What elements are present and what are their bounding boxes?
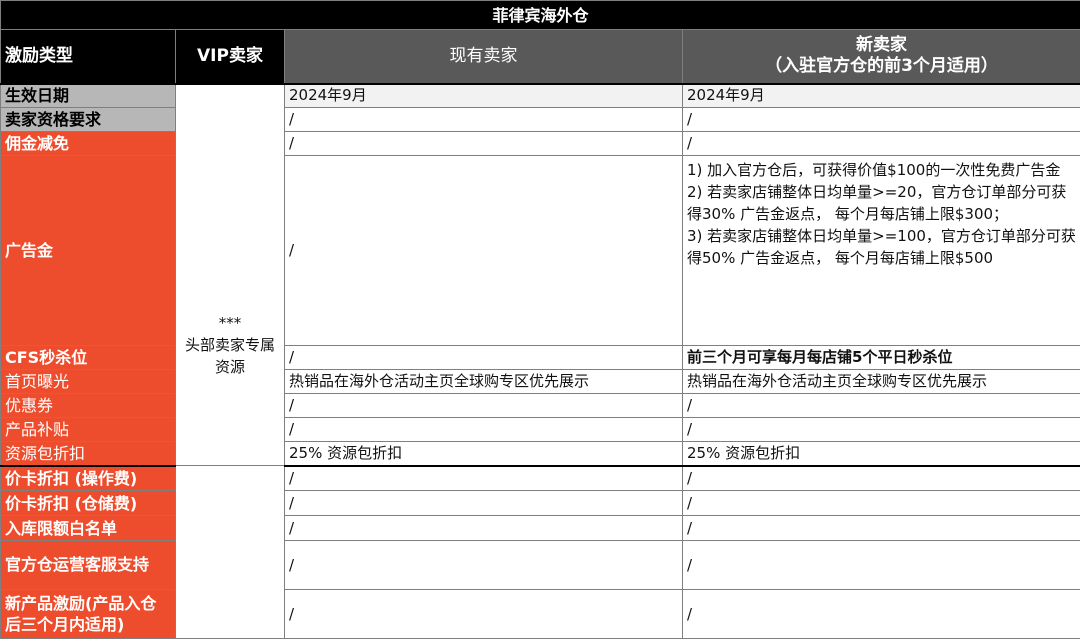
new-value: /	[681, 490, 1080, 516]
table-row: 佣金减免 / /	[0, 131, 1080, 156]
vip-cell-empty	[175, 465, 285, 639]
table-row: 入库限额白名单 / /	[0, 515, 1080, 541]
existing-value: /	[284, 515, 683, 541]
new-value: /	[681, 393, 1080, 418]
existing-value: /	[284, 155, 683, 346]
incentive-table: 菲律宾海外仓 激励类型 VIP卖家 现有卖家 新卖家 （入驻官方仓的前3个月适用…	[0, 0, 1080, 639]
table-title: 菲律宾海外仓	[0, 0, 1080, 30]
row-label: 资源包折扣	[0, 441, 176, 467]
vip-text: 头部卖家专属资源	[184, 335, 275, 376]
row-label: 首页曝光	[0, 369, 176, 394]
existing-value: /	[284, 490, 683, 516]
new-value-ad-credit: 1) 加入官方仓后，可获得价值$100的一次性免费广告金 2) 若卖家店铺整体日…	[681, 155, 1080, 346]
table-row: 卖家资格要求 / /	[0, 107, 1080, 132]
row-label: 广告金	[0, 155, 176, 346]
table-row: 官方仓运营客服支持 / /	[0, 540, 1080, 590]
existing-value: /	[284, 589, 683, 639]
table-row: CFS秒杀位 / 前三个月可享每月每店铺5个平日秒杀位	[0, 345, 1080, 370]
row-label: 佣金减免	[0, 131, 176, 156]
new-value: /	[681, 417, 1080, 442]
table-row: 广告金 / 1) 加入官方仓后，可获得价值$100的一次性免费广告金 2) 若卖…	[0, 155, 1080, 346]
table-row: 首页曝光 热销品在海外仓活动主页全球购专区优先展示 热销品在海外仓活动主页全球购…	[0, 369, 1080, 394]
header-new-seller-line2: （入驻官方仓的前3个月适用）	[765, 56, 998, 77]
title-row: 菲律宾海外仓	[0, 0, 1080, 30]
new-value: 热销品在海外仓活动主页全球购专区优先展示	[681, 369, 1080, 394]
existing-value: /	[284, 131, 683, 156]
row-label: CFS秒杀位	[0, 345, 176, 370]
header-incentive-type: 激励类型	[0, 29, 176, 84]
new-value: /	[681, 540, 1080, 590]
new-value: /	[681, 589, 1080, 639]
ad-credit-line-3: 3) 若卖家店铺整体日均单量>=100，官方仓订单部分可获得50% 广告金返点，…	[687, 227, 1076, 267]
new-value: /	[681, 465, 1080, 491]
row-label: 生效日期	[0, 82, 176, 108]
row-label: 价卡折扣 (操作费)	[0, 465, 176, 491]
existing-value: 2024年9月	[284, 82, 683, 108]
existing-value: /	[284, 465, 683, 491]
ad-credit-line-1: 1) 加入官方仓后，可获得价值$100的一次性免费广告金	[687, 161, 1061, 179]
row-label: 官方仓运营客服支持	[0, 540, 176, 590]
ad-credit-line-2: 2) 若卖家店铺整体日均单量>=20，官方仓订单部分可获得30% 广告金返点， …	[687, 183, 1067, 223]
row-label: 新产品激励(产品入仓后三个月内适用)	[0, 589, 176, 639]
existing-value: /	[284, 107, 683, 132]
existing-value: 25% 资源包折扣	[284, 441, 683, 467]
new-value: 前三个月可享每月每店铺5个平日秒杀位	[681, 345, 1080, 370]
vip-stars: ***	[218, 313, 242, 332]
table-row: 生效日期 *** 头部卖家专属资源 2024年9月 2024年9月	[0, 82, 1080, 466]
existing-value: /	[284, 417, 683, 442]
table-row: 新产品激励(产品入仓后三个月内适用) / /	[0, 589, 1080, 639]
row-label: 入库限额白名单	[0, 515, 176, 541]
header-row: 激励类型 VIP卖家 现有卖家 新卖家 （入驻官方仓的前3个月适用）	[0, 29, 1080, 84]
table-row: 价卡折扣 (仓储费) / /	[0, 490, 1080, 516]
new-value: /	[681, 515, 1080, 541]
header-existing-seller: 现有卖家	[284, 29, 683, 84]
new-value: /	[681, 131, 1080, 156]
vip-cell: *** 头部卖家专属资源	[175, 82, 285, 466]
existing-value: /	[284, 540, 683, 590]
row-label: 产品补贴	[0, 417, 176, 442]
row-label: 价卡折扣 (仓储费)	[0, 490, 176, 516]
new-value: /	[681, 107, 1080, 132]
table-row: 价卡折扣 (操作费) / /	[0, 465, 1080, 639]
header-new-seller: 新卖家 （入驻官方仓的前3个月适用）	[681, 29, 1080, 84]
table-row: 优惠券 / /	[0, 393, 1080, 418]
row-label: 卖家资格要求	[0, 107, 176, 132]
existing-value: /	[284, 345, 683, 370]
existing-value: /	[284, 393, 683, 418]
header-vip: VIP卖家	[175, 29, 285, 84]
row-label: 优惠券	[0, 393, 176, 418]
header-new-seller-line1: 新卖家	[856, 35, 907, 56]
table-row: 产品补贴 / /	[0, 417, 1080, 442]
new-value: 25% 资源包折扣	[681, 441, 1080, 467]
new-value: 2024年9月	[681, 82, 1080, 108]
table-row: 资源包折扣 25% 资源包折扣 25% 资源包折扣	[0, 441, 1080, 467]
existing-value: 热销品在海外仓活动主页全球购专区优先展示	[284, 369, 683, 394]
